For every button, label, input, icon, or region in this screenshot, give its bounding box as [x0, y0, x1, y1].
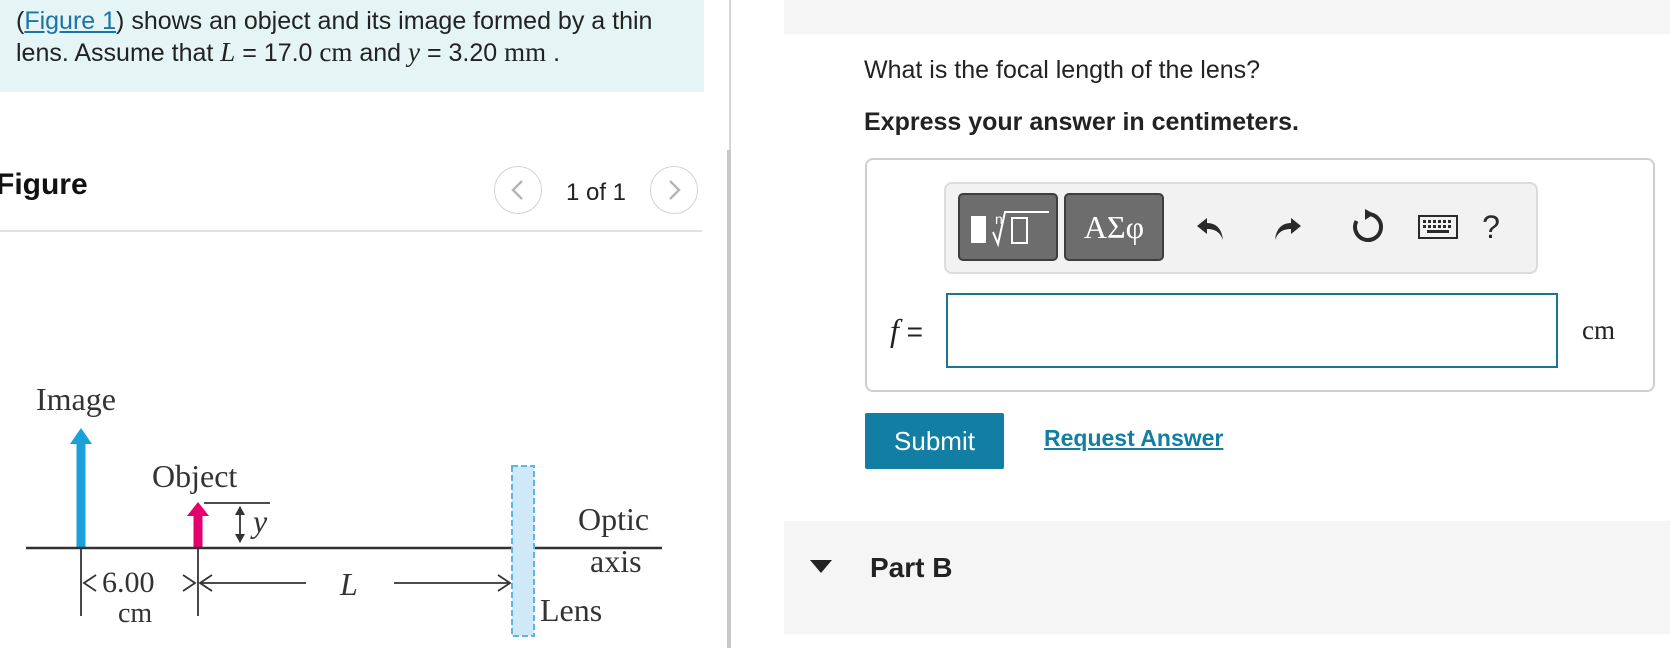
var-f: f — [890, 312, 899, 348]
image-label: Image — [36, 381, 116, 417]
pager-count: 1 of 1 — [565, 179, 627, 206]
undo-button[interactable] — [1185, 202, 1235, 252]
figure-heading: Figure — [0, 168, 88, 201]
templates-icon: n — [971, 211, 1049, 248]
chevron-left-icon — [511, 180, 523, 200]
instruction-text: Express your answer in centimeters. — [864, 108, 1299, 136]
pager-next-button[interactable] — [650, 166, 698, 214]
optic-label: Optic — [578, 501, 649, 537]
keyboard-icon — [1418, 215, 1458, 239]
reset-button[interactable] — [1343, 202, 1393, 252]
f-label: f = — [890, 312, 923, 349]
var-L: L — [220, 37, 236, 67]
question-text: What is the focal length of the lens? — [864, 56, 1261, 84]
object-label: Object — [152, 458, 237, 494]
reset-icon — [1353, 209, 1384, 242]
figure-divider — [0, 230, 702, 232]
greek-symbols-button[interactable]: ΑΣφ — [1064, 193, 1164, 261]
pane-scrollbar[interactable] — [727, 150, 731, 648]
image-arrowhead — [70, 428, 92, 444]
undo-icon — [1197, 218, 1223, 240]
keyboard-button[interactable] — [1413, 202, 1463, 252]
left-pane: (Figure 1) shows an object and its image… — [0, 0, 730, 648]
redo-button[interactable] — [1263, 202, 1313, 252]
L-label: L — [339, 566, 358, 602]
problem-eq-1: = 17.0 — [235, 39, 320, 67]
problem-statement: (Figure 1) shows an object and its image… — [0, 0, 704, 92]
axis-label: axis — [590, 543, 642, 579]
request-answer-link[interactable]: Request Answer — [1044, 425, 1223, 452]
object-arrowhead — [187, 502, 209, 516]
math-toolbar: n ΑΣφ ? — [944, 182, 1538, 274]
var-y: y — [408, 37, 421, 67]
problem-eq-2: = 3.20 — [420, 39, 505, 67]
redo-icon — [1275, 218, 1301, 240]
problem-text-3: . — [546, 39, 561, 67]
pager-prev-button[interactable] — [494, 166, 542, 214]
distance-unit: cm — [118, 598, 152, 629]
problem-text-2: and — [352, 39, 409, 67]
problem-text: (Figure 1) shows an object and its image… — [16, 6, 696, 69]
top-bar — [784, 0, 1670, 34]
unit-2: mm — [504, 37, 547, 67]
lens-shape — [511, 465, 535, 637]
answer-input[interactable] — [946, 293, 1558, 368]
lens-label: Lens — [540, 592, 602, 628]
templates-button[interactable]: n — [958, 193, 1058, 261]
distance-value: 6.00 — [102, 566, 155, 599]
y-label: y — [250, 503, 268, 539]
unit-1: cm — [319, 37, 353, 67]
submit-button[interactable]: Submit — [865, 413, 1004, 469]
equals-sign: = — [898, 316, 924, 347]
part-b-title[interactable]: Part B — [870, 552, 952, 584]
chevron-right-icon — [669, 180, 681, 200]
chevron-down-icon[interactable] — [810, 560, 832, 573]
figure-pager: 1 of 1 — [494, 166, 700, 216]
unit-label: cm — [1582, 315, 1615, 345]
help-button[interactable]: ? — [1466, 202, 1516, 252]
figure-link[interactable]: Figure 1 — [24, 7, 116, 35]
lens-diagram: Image Object y Optic axis Lens 6.00 cm L — [26, 381, 662, 637]
